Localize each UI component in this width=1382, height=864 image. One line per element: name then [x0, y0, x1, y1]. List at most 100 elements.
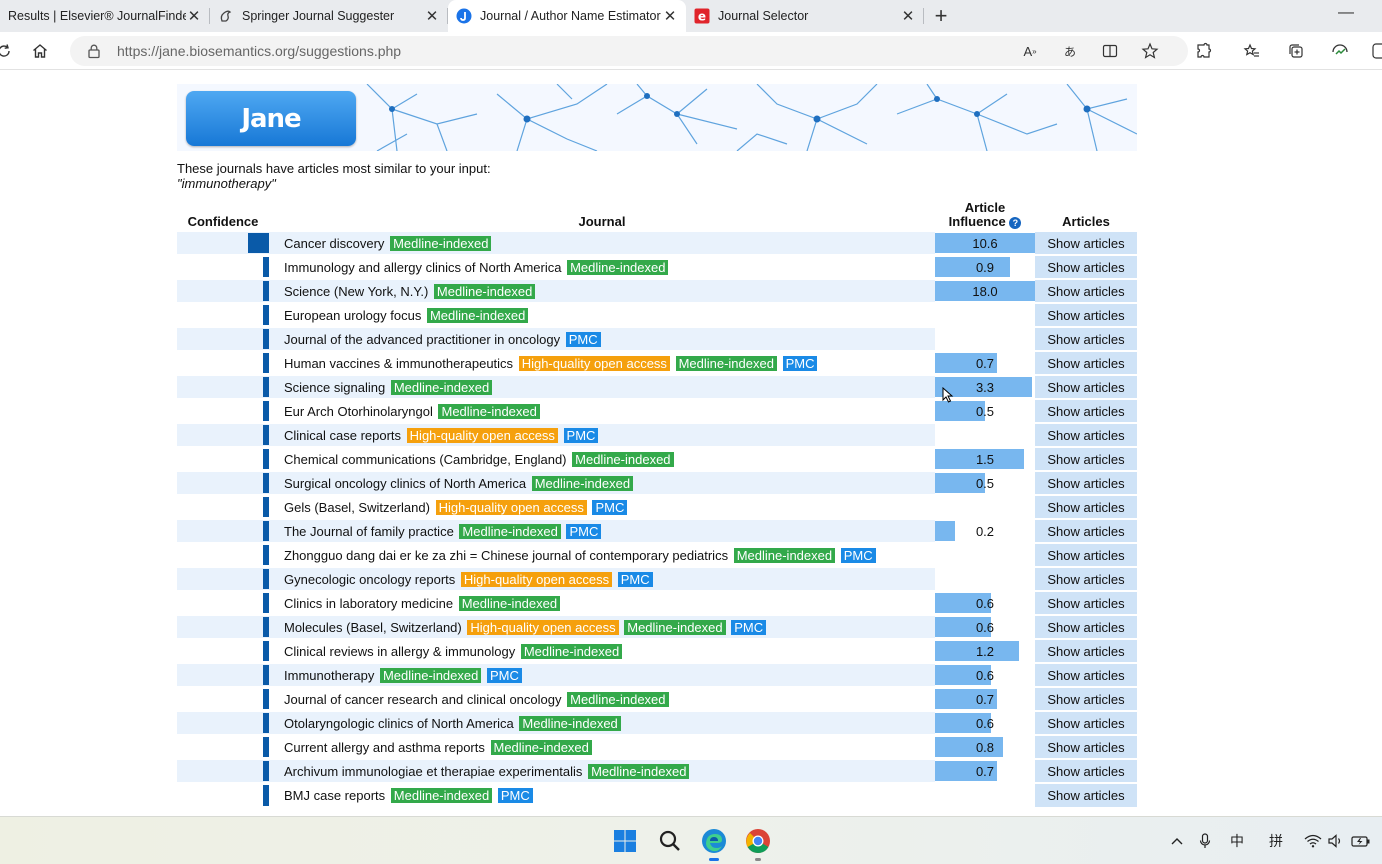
new-tab-icon[interactable]: +	[924, 0, 958, 32]
show-articles-button[interactable]: Show articles	[1035, 686, 1137, 711]
profile-icon[interactable]	[1370, 41, 1382, 61]
show-articles-button[interactable]: Show articles	[1035, 758, 1137, 783]
jane-logo[interactable]: Jane	[186, 91, 356, 146]
medline-indexed-badge[interactable]: Medline-indexed	[588, 763, 690, 779]
chevron-up-icon[interactable]	[1168, 831, 1186, 851]
medline-indexed-badge[interactable]: Medline-indexed	[733, 547, 836, 563]
taskbar: 中 拼	[0, 816, 1382, 864]
wifi-icon[interactable]	[1303, 831, 1323, 851]
open-access-badge[interactable]: High-quality open access	[406, 427, 558, 443]
favorites-icon[interactable]	[1242, 41, 1262, 61]
open-access-badge[interactable]: High-quality open access	[460, 571, 613, 587]
pmc-badge[interactable]: PMC	[782, 355, 818, 371]
split-screen-icon[interactable]	[1100, 41, 1120, 61]
medline-indexed-badge[interactable]: Medline-indexed	[531, 475, 634, 491]
medline-indexed-badge[interactable]: Medline-indexed	[433, 283, 536, 299]
pmc-badge[interactable]: PMC	[497, 788, 533, 803]
close-icon[interactable]: ✕	[186, 8, 202, 25]
medline-indexed-badge[interactable]: Medline-indexed	[426, 307, 529, 323]
open-access-badge[interactable]: High-quality open access	[435, 499, 587, 515]
url-host: https://jane.biosemantics.org	[117, 43, 296, 59]
medline-indexed-badge[interactable]: Medline-indexed	[519, 715, 621, 731]
pmc-badge[interactable]: PMC	[566, 523, 602, 539]
medline-indexed-badge[interactable]: Medline-indexed	[390, 379, 493, 395]
ime-mode-indicator[interactable]: 拼	[1265, 831, 1287, 851]
show-articles-button[interactable]: Show articles	[1035, 446, 1137, 471]
pmc-badge[interactable]: PMC	[486, 667, 522, 683]
windows-start-icon[interactable]	[611, 827, 639, 855]
show-articles-button[interactable]: Show articles	[1035, 494, 1137, 519]
show-articles-button[interactable]: Show articles	[1035, 230, 1137, 255]
medline-indexed-badge[interactable]: Medline-indexed	[438, 403, 540, 419]
show-articles-button[interactable]: Show articles	[1035, 662, 1137, 687]
medline-indexed-badge[interactable]: Medline-indexed	[390, 788, 493, 803]
show-articles-button[interactable]: Show articles	[1035, 374, 1137, 399]
chrome-icon[interactable]	[744, 827, 772, 861]
show-articles-button[interactable]: Show articles	[1035, 350, 1137, 375]
show-articles-button[interactable]: Show articles	[1035, 254, 1137, 279]
show-articles-button[interactable]: Show articles	[1035, 782, 1137, 807]
close-icon[interactable]: ✕	[900, 8, 916, 25]
performance-icon[interactable]	[1330, 41, 1350, 61]
search-icon[interactable]	[656, 827, 684, 855]
tab-journal-selector[interactable]: e Journal Selector ✕	[686, 0, 924, 32]
medline-indexed-badge[interactable]: Medline-indexed	[624, 619, 726, 635]
medline-indexed-badge[interactable]: Medline-indexed	[520, 643, 623, 659]
medline-indexed-badge[interactable]: Medline-indexed	[675, 355, 777, 371]
open-access-badge[interactable]: High-quality open access	[518, 355, 670, 371]
favorite-star-icon[interactable]	[1140, 41, 1160, 61]
show-articles-button[interactable]: Show articles	[1035, 518, 1137, 543]
show-articles-button[interactable]: Show articles	[1035, 614, 1137, 639]
pmc-badge[interactable]: PMC	[617, 571, 653, 587]
close-icon[interactable]: ✕	[424, 8, 440, 25]
tab-elsevier-journalfinder[interactable]: Results | Elsevier® JournalFinder ✕	[0, 0, 210, 32]
medline-indexed-badge[interactable]: Medline-indexed	[572, 451, 674, 467]
show-articles-button[interactable]: Show articles	[1035, 278, 1137, 303]
read-aloud-icon[interactable]: A»	[1020, 41, 1040, 61]
tab-jane[interactable]: Journal / Author Name Estimator ✕	[448, 0, 686, 32]
show-articles-button[interactable]: Show articles	[1035, 638, 1137, 663]
refresh-icon[interactable]	[0, 41, 14, 61]
medline-indexed-badge[interactable]: Medline-indexed	[567, 691, 669, 707]
pmc-badge[interactable]: PMC	[731, 619, 767, 635]
medline-indexed-badge[interactable]: Medline-indexed	[567, 259, 669, 275]
microphone-icon[interactable]	[1196, 831, 1214, 851]
extensions-icon[interactable]	[1194, 41, 1214, 61]
open-access-badge[interactable]: High-quality open access	[467, 619, 619, 635]
show-articles-button[interactable]: Show articles	[1035, 590, 1137, 615]
pmc-badge[interactable]: PMC	[840, 547, 876, 563]
close-icon[interactable]: ✕	[662, 8, 678, 25]
translate-icon[interactable]: あ	[1060, 41, 1080, 61]
pmc-badge[interactable]: PMC	[563, 427, 599, 443]
journal-name: Cancer discovery	[284, 235, 385, 251]
pmc-badge[interactable]: PMC	[592, 499, 628, 515]
lock-icon[interactable]	[86, 43, 102, 59]
show-articles-button[interactable]: Show articles	[1035, 302, 1137, 327]
show-articles-button[interactable]: Show articles	[1035, 542, 1137, 567]
show-articles-button[interactable]: Show articles	[1035, 734, 1137, 759]
volume-icon[interactable]	[1326, 831, 1346, 851]
minimize-icon[interactable]: —	[1338, 4, 1354, 22]
help-icon[interactable]: ?	[1009, 216, 1022, 229]
elsevier-e-icon: e	[694, 8, 710, 24]
show-articles-button[interactable]: Show articles	[1035, 470, 1137, 495]
confidence-cell	[177, 734, 269, 759]
show-articles-button[interactable]: Show articles	[1035, 566, 1137, 591]
medline-indexed-badge[interactable]: Medline-indexed	[490, 739, 592, 755]
battery-icon[interactable]	[1350, 831, 1372, 851]
home-icon[interactable]	[30, 41, 50, 61]
tab-springer-journal-suggester[interactable]: Springer Journal Suggester ✕	[210, 0, 448, 32]
pmc-badge[interactable]: PMC	[565, 331, 601, 347]
show-articles-button[interactable]: Show articles	[1035, 326, 1137, 351]
edge-icon[interactable]	[700, 827, 728, 861]
medline-indexed-badge[interactable]: Medline-indexed	[390, 235, 492, 251]
ime-language-indicator[interactable]: 中	[1226, 831, 1248, 851]
confidence-bar	[263, 329, 269, 349]
medline-indexed-badge[interactable]: Medline-indexed	[458, 595, 561, 611]
show-articles-button[interactable]: Show articles	[1035, 398, 1137, 423]
collections-icon[interactable]	[1286, 41, 1306, 61]
medline-indexed-badge[interactable]: Medline-indexed	[459, 523, 561, 539]
show-articles-button[interactable]: Show articles	[1035, 710, 1137, 735]
show-articles-button[interactable]: Show articles	[1035, 422, 1137, 447]
medline-indexed-badge[interactable]: Medline-indexed	[379, 667, 482, 683]
